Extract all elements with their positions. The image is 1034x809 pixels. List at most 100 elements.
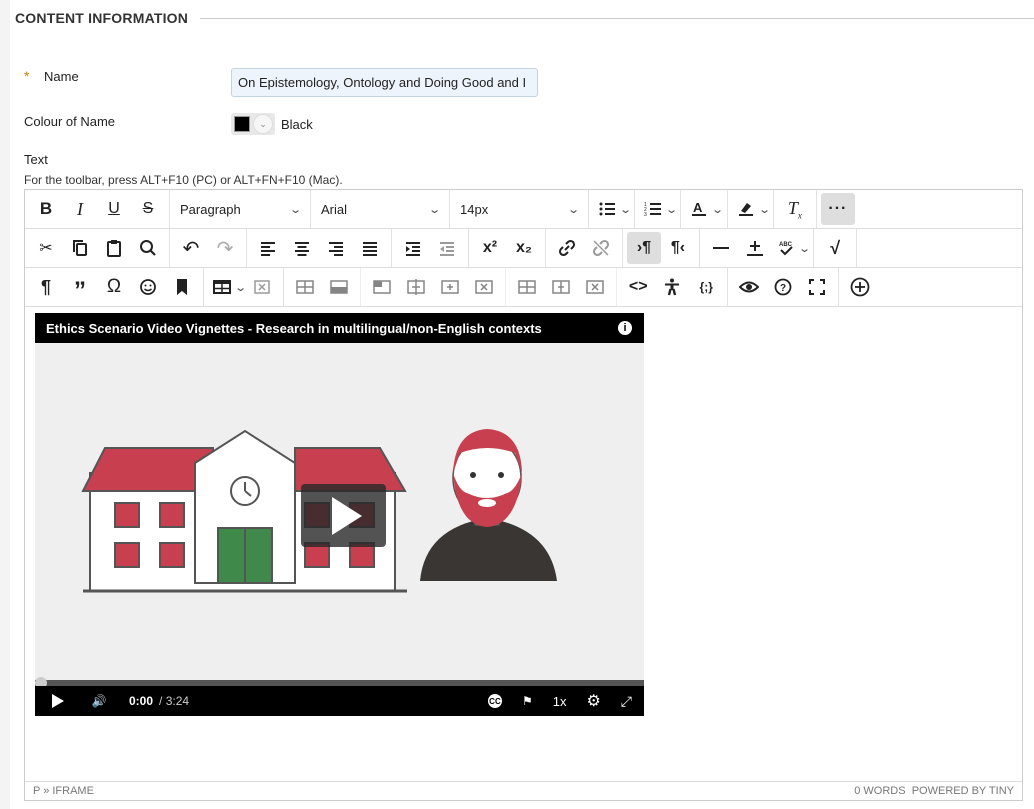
- chevron-down-icon[interactable]: ⌄: [798, 242, 811, 255]
- numbered-list-icon: 123: [644, 202, 662, 218]
- font-family-dropdown[interactable]: Arial ⌄: [315, 193, 445, 225]
- word-count[interactable]: 0 WORDS: [854, 785, 905, 797]
- table-row-after-button[interactable]: [322, 271, 356, 303]
- unlink-button[interactable]: [584, 232, 618, 264]
- fullscreen-icon[interactable]: ⤢: [621, 693, 632, 710]
- more-toolbar-button[interactable]: ···: [820, 193, 855, 225]
- cut-button[interactable]: ✂: [29, 232, 63, 264]
- video-title[interactable]: Ethics Scenario Video Vignettes - Resear…: [35, 313, 644, 343]
- table-insert-col-button[interactable]: [433, 271, 467, 303]
- powered-by-link[interactable]: POWERED BY TINY: [912, 785, 1014, 797]
- align-center-button[interactable]: [285, 232, 319, 264]
- block-format-dropdown[interactable]: Paragraph ⌄: [174, 193, 306, 225]
- spellcheck-button[interactable]: ABC: [772, 232, 800, 264]
- help-icon: ?: [774, 278, 792, 296]
- special-char-button[interactable]: Ω: [97, 271, 131, 303]
- quote-icon: ”: [74, 277, 86, 304]
- align-right-button[interactable]: [319, 232, 353, 264]
- play-icon: [52, 694, 64, 708]
- font-size-dropdown[interactable]: 14px ⌄: [454, 193, 584, 225]
- horizontal-rule-icon: [713, 247, 729, 249]
- table-delete-row-button[interactable]: [467, 271, 501, 303]
- bullet-list-button[interactable]: [593, 193, 621, 225]
- table-insert-icon: [441, 280, 459, 294]
- delete-table-button[interactable]: [245, 271, 279, 303]
- volume-button[interactable]: 🔊: [81, 694, 117, 708]
- table-merge-button[interactable]: [544, 271, 578, 303]
- subscript-button[interactable]: x₂: [507, 232, 541, 264]
- align-left-button[interactable]: [251, 232, 285, 264]
- svg-text:?: ?: [780, 283, 786, 294]
- table-row-icon: [330, 280, 348, 294]
- italic-button[interactable]: I: [63, 193, 97, 225]
- captions-button[interactable]: CC: [487, 694, 502, 708]
- chevron-down-icon[interactable]: ⌄: [758, 203, 771, 216]
- table-insert-row-button[interactable]: [399, 271, 433, 303]
- table-split-button[interactable]: [510, 271, 544, 303]
- required-marker: *: [24, 68, 30, 84]
- section-title: CONTENT INFORMATION: [15, 10, 189, 26]
- table-delete-icon: [475, 280, 493, 294]
- source-code-button[interactable]: <>: [621, 271, 655, 303]
- table-row-before-button[interactable]: [288, 271, 322, 303]
- text-color-button[interactable]: A: [685, 193, 713, 225]
- colour-value: Black: [281, 117, 313, 132]
- highlight-color-button[interactable]: [732, 193, 760, 225]
- strikethrough-button[interactable]: S: [131, 193, 165, 225]
- horizontal-rule-button[interactable]: [704, 232, 738, 264]
- accessibility-button[interactable]: [655, 271, 689, 303]
- code-sample-button[interactable]: {;}: [689, 271, 723, 303]
- table-button[interactable]: [208, 271, 236, 303]
- redo-button[interactable]: ↷: [208, 232, 242, 264]
- bookmark-button[interactable]: [165, 271, 199, 303]
- insert-anchor-button[interactable]: [738, 232, 772, 264]
- chevron-down-icon[interactable]: ⌄: [712, 203, 725, 216]
- rtl-direction-button[interactable]: ¶‹: [661, 232, 695, 264]
- align-right-icon: [329, 242, 343, 256]
- table-delete-col-button[interactable]: [578, 271, 612, 303]
- underline-button[interactable]: U: [97, 193, 131, 225]
- superscript-button[interactable]: x²: [473, 232, 507, 264]
- block-format-value: Paragraph: [180, 201, 241, 217]
- copy-button[interactable]: [63, 232, 97, 264]
- code-sample-icon: {;}: [699, 280, 713, 294]
- editor-content[interactable]: Ethics Scenario Video Vignettes - Resear…: [25, 307, 1022, 781]
- chevron-down-icon: ⌄: [427, 203, 441, 216]
- chevron-down-icon[interactable]: ⌄: [665, 203, 678, 216]
- justify-button[interactable]: [353, 232, 387, 264]
- numbered-list-button[interactable]: 123: [639, 193, 667, 225]
- equation-button[interactable]: √: [818, 232, 852, 264]
- chevron-down-icon[interactable]: ⌄: [619, 203, 632, 216]
- name-input[interactable]: [231, 68, 538, 97]
- find-button[interactable]: [131, 232, 165, 264]
- code-icon: <>: [628, 278, 648, 295]
- insert-link-button[interactable]: [550, 232, 584, 264]
- clear-formatting-button[interactable]: Tx: [778, 193, 812, 225]
- embedded-video[interactable]: Ethics Scenario Video Vignettes - Resear…: [35, 313, 644, 716]
- preview-button[interactable]: [732, 271, 766, 303]
- settings-gear-icon[interactable]: ⚙: [586, 691, 600, 711]
- table-col-before-button[interactable]: [365, 271, 399, 303]
- fullscreen-button[interactable]: [800, 271, 834, 303]
- flag-icon[interactable]: ⚑: [522, 694, 533, 708]
- show-blocks-button[interactable]: ¶: [29, 271, 63, 303]
- emoticons-button[interactable]: [131, 271, 165, 303]
- bold-button[interactable]: B: [29, 193, 63, 225]
- svg-text:A: A: [693, 200, 703, 215]
- undo-button[interactable]: ↶: [174, 232, 208, 264]
- colour-picker[interactable]: ⌄: [231, 113, 275, 135]
- element-path[interactable]: P » IFRAME: [33, 785, 94, 797]
- outdent-button[interactable]: [430, 232, 464, 264]
- insert-content-button[interactable]: [843, 271, 877, 303]
- help-button[interactable]: ?: [766, 271, 800, 303]
- play-button[interactable]: [301, 484, 386, 547]
- speed-button[interactable]: 1x: [553, 694, 567, 709]
- play-small-button[interactable]: [35, 694, 81, 708]
- paste-button[interactable]: [97, 232, 131, 264]
- align-left-icon: [261, 242, 275, 256]
- blockquote-button[interactable]: ”: [63, 271, 97, 303]
- ltr-direction-button[interactable]: ›¶: [627, 232, 661, 264]
- indent-button[interactable]: [396, 232, 430, 264]
- square-root-icon: √: [830, 237, 841, 258]
- info-icon[interactable]: i: [618, 321, 632, 335]
